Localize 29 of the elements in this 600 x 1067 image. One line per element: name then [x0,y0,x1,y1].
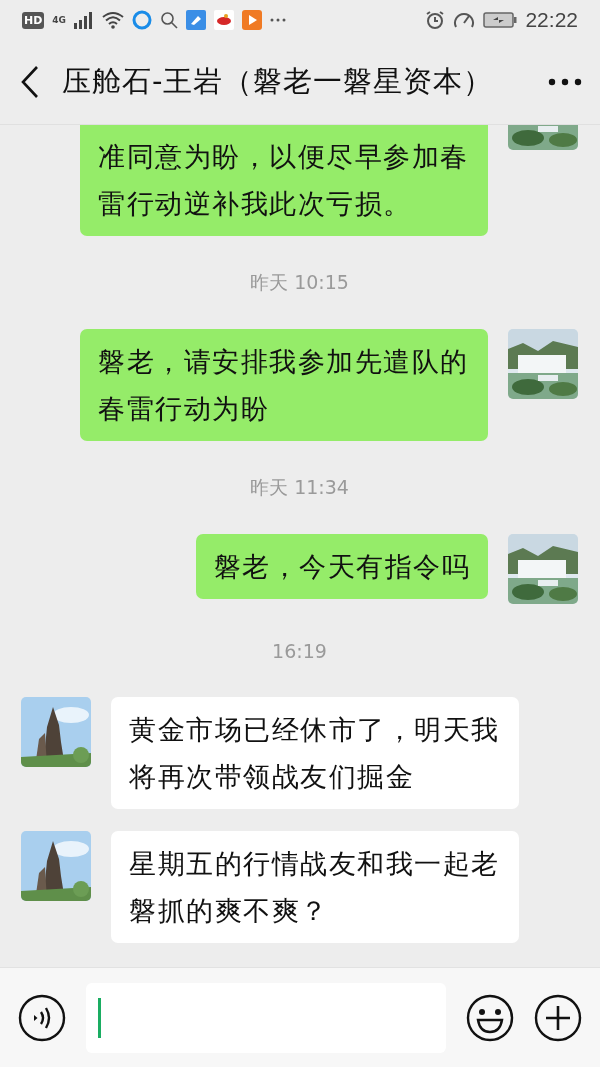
message-bubble: 磐老，今天有指令吗 [195,534,488,599]
brush-app-icon [186,10,206,30]
signal-icon [74,11,94,29]
message-bubble: 准同意为盼，以便尽早参加春雷行动逆补我此次亏损。 [80,125,488,236]
search-icon [160,11,178,29]
wifi-icon [102,11,124,29]
voice-icon[interactable] [18,993,66,1042]
timestamp: 昨天 10:15 [250,269,349,295]
hd-badge: HD [22,11,45,29]
battery-icon [483,11,518,29]
message-input[interactable] [86,982,446,1053]
more-icon[interactable] [548,78,582,86]
timestamp: 昨天 11:34 [250,474,349,500]
message-bubble: 磐老，请安排我参加先遣队的春雷行动为盼 [80,329,488,441]
news-app-icon [214,10,234,30]
timestamp: 16:19 [272,639,327,662]
alarm-icon [425,10,446,30]
clock-time: 22:22 [525,8,578,32]
app-icon [132,10,152,30]
message-bubble: 黄金市场已经休市了，明天我将再次带领战友们掘金 [111,697,519,809]
more-icon [270,17,286,23]
gauge-icon [453,10,476,30]
plus-icon[interactable] [534,993,582,1042]
video-app-icon [242,10,262,30]
back-icon[interactable] [20,65,40,99]
chat-title: 压舱石-王岩（磐老一磐星资本） [62,63,495,100]
emoji-icon[interactable] [466,993,514,1042]
network-label: 4G [52,15,66,25]
message-bubble: 星期五的行情战友和我一起老磐抓的爽不爽？ [111,831,519,943]
